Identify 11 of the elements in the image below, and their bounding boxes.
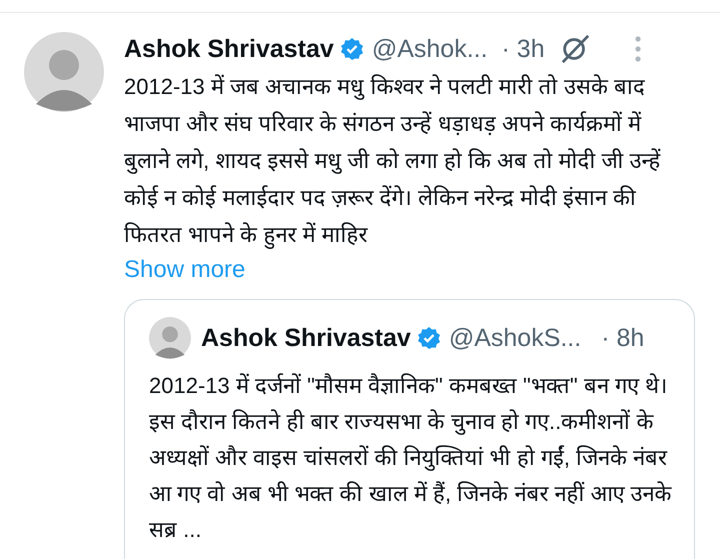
author-handle[interactable]: @Ashok... bbox=[372, 34, 488, 64]
author-handle: @AshokS... bbox=[448, 324, 582, 352]
author-name[interactable]: Ashok Shrivastav bbox=[124, 34, 334, 64]
quoted-post-text: 2012-13 में दर्जनों "मौसम वैज्ञानिक" कमबख्त "भक्त" बन गए थे। इस दौरान कितने ही बार राज्यसभा के चुनाव हो गए..कमीशनों के अध्यक्षों और वाइस चांसलरों की नियुक्तियां भी हो गईं, जिनके नंबर आ गए वो अब भी भक्त की खाल में हैं, जिनके नंबर नहीं आए उनके सब्र ... bbox=[149, 372, 673, 544]
post-text: 2012-13 में जब अचानक मधु किश्वर ने पलटी मारी तो उसके बाद भाजपा और संघ परिवार के संगठन उन्हें धड़ाधड़ अपने कार्यक्रमों में बुलाने लगे, शायद इससे मधु जी को लगा हो कि अब तो मोदी जी उन्हें कोई न कोई मलाईदार पद ज़रूर देंगे। लेकिन नरेन्द्र मोदी इंसान की फितरत भापने के हुनर में माहिर bbox=[124, 73, 662, 251]
avatar bbox=[149, 317, 191, 359]
post-time: · 8h bbox=[601, 324, 644, 352]
author-name: Ashok Shrivastav bbox=[201, 324, 411, 352]
quoted-post-card[interactable] bbox=[124, 299, 695, 559]
post-time[interactable]: · 3h bbox=[502, 34, 545, 64]
avatar[interactable] bbox=[24, 32, 104, 112]
